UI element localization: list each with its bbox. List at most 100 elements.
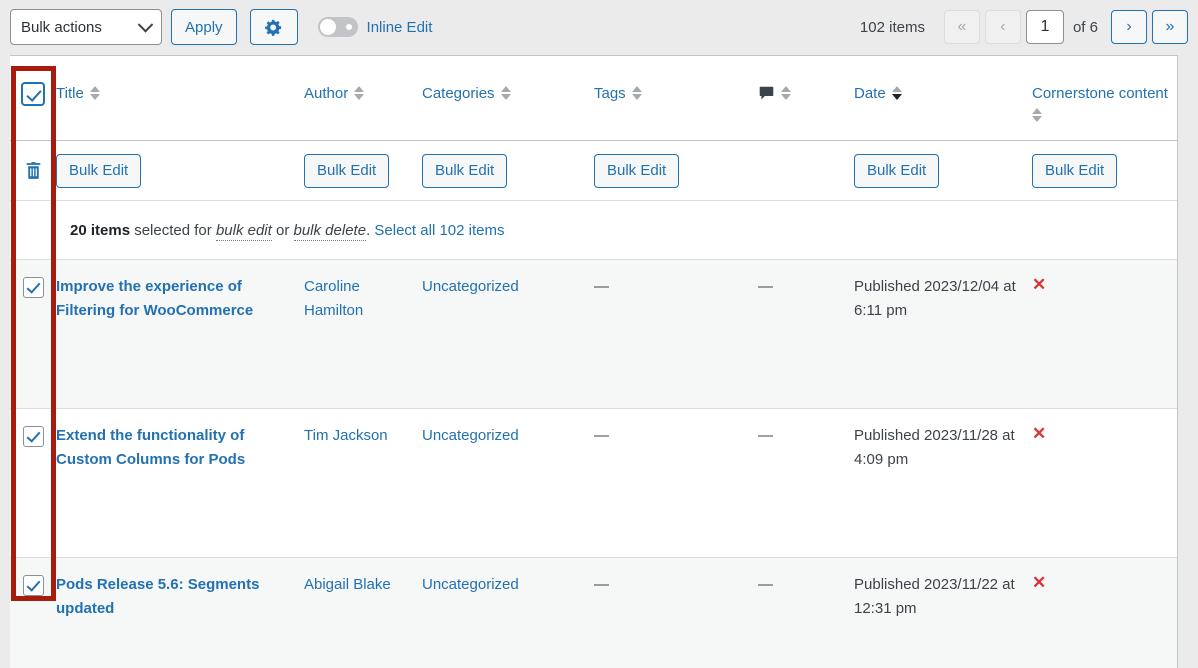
bulk-edit-button-title[interactable]: Bulk Edit [56, 153, 142, 188]
row-tags-cell: — [594, 424, 758, 448]
author-link[interactable]: Tim Jackson [304, 427, 388, 444]
inline-edit-toggle-wrap: Inline Edit [317, 17, 433, 37]
cornerstone-x-icon[interactable]: ✕ [1032, 275, 1046, 294]
bulk-actions-selected-value: Bulk actions [21, 18, 102, 36]
row-cornerstone-cell: ✕ [1032, 424, 1178, 444]
date-value: Published 2023/11/22 at 12:31 pm [854, 576, 1015, 617]
bulk-edit-button-date[interactable]: Bulk Edit [854, 153, 940, 188]
bulk-delete-cell [10, 160, 56, 181]
column-header-date[interactable]: Date [854, 82, 1032, 106]
column-header-title[interactable]: Title [56, 82, 304, 106]
bulk-actions-select[interactable]: Bulk actions [10, 9, 162, 45]
sort-arrows-icon [1032, 106, 1042, 122]
sort-arrows-icon [500, 82, 511, 100]
date-value: Published 2023/12/04 at 6:11 pm [854, 278, 1016, 319]
bulk-edit-button-author[interactable]: Bulk Edit [304, 153, 390, 188]
row-cornerstone-cell: ✕ [1032, 275, 1178, 295]
bulk-delete-hint[interactable]: bulk delete [293, 221, 367, 241]
table-row: Improve the experience of Filtering for … [10, 260, 1177, 408]
row-select-cell [10, 424, 56, 447]
bulk-edit-author-cell: Bulk Edit [304, 153, 422, 188]
column-header-comments[interactable] [758, 82, 854, 102]
screen-options-button[interactable] [249, 9, 298, 45]
row-categories-cell: Uncategorized [422, 573, 594, 597]
or-text: or [271, 221, 294, 239]
comments-value: — [758, 427, 773, 444]
post-title-link[interactable]: Improve the experience of Filtering for … [56, 278, 269, 319]
row-tags-cell: — [594, 573, 758, 597]
gear-icon [265, 19, 282, 36]
sort-arrows-icon [354, 82, 365, 100]
comments-value: — [758, 576, 773, 593]
select-all-items-link[interactable]: Select all 102 items [374, 222, 504, 239]
tags-value: — [594, 278, 609, 295]
tags-value: — [594, 427, 609, 444]
row-author-cell: Tim Jackson [304, 424, 422, 448]
last-page-button[interactable]: » [1152, 10, 1188, 44]
category-link[interactable]: Uncategorized [422, 576, 519, 593]
column-header-tags-label: Tags [594, 85, 626, 102]
row-categories-cell: Uncategorized [422, 275, 594, 299]
column-header-title-label: Title [56, 85, 84, 102]
trash-icon[interactable] [23, 160, 44, 181]
author-link[interactable]: Caroline Hamilton [304, 278, 363, 319]
top-toolbar: Bulk actions Apply Inline Edit 102 items… [0, 0, 1198, 54]
first-page-button[interactable]: « [943, 10, 980, 44]
chevron-down-icon [137, 17, 154, 33]
category-link[interactable]: Uncategorized [422, 427, 519, 444]
sort-arrows-icon [89, 82, 100, 100]
selected-count: 20 items [70, 221, 131, 239]
next-page-button[interactable]: › [1111, 10, 1147, 44]
table-row: Extend the functionality of Custom Colum… [10, 409, 1177, 557]
row-title-cell: Extend the functionality of Custom Colum… [56, 424, 304, 472]
column-header-cornerstone[interactable]: Cornerstone content [1032, 82, 1178, 122]
sort-arrows-icon [781, 82, 791, 100]
bulk-edit-row: Bulk Edit Bulk Edit Bulk Edit Bulk Edit … [10, 141, 1177, 200]
comments-value: — [758, 278, 773, 295]
inline-edit-label: Inline Edit [366, 18, 433, 36]
select-all-checkbox[interactable] [21, 82, 45, 106]
current-page-input[interactable]: 1 [1025, 10, 1064, 44]
row-checkbox[interactable] [22, 277, 44, 298]
total-pages-label: of 6 [1072, 18, 1098, 36]
row-title-cell: Improve the experience of Filtering for … [56, 275, 304, 323]
category-link[interactable]: Uncategorized [422, 278, 519, 295]
apply-button[interactable]: Apply [171, 9, 237, 45]
author-link[interactable]: Abigail Blake [304, 576, 391, 593]
row-date-cell: Published 2023/11/28 at 4:09 pm [854, 424, 1032, 472]
select-all-cell [10, 82, 56, 106]
column-header-author[interactable]: Author [304, 82, 422, 106]
prev-page-button[interactable]: ‹ [984, 10, 1021, 44]
table-row: Pods Release 5.6: Segments updated Abiga… [10, 558, 1177, 668]
column-header-cornerstone-label: Cornerstone content [1032, 85, 1168, 102]
selection-notice-row: 20 items selected for bulk edit or bulk … [10, 201, 1177, 259]
cornerstone-x-icon[interactable]: ✕ [1032, 573, 1046, 592]
post-title-link[interactable]: Extend the functionality of Custom Colum… [56, 427, 261, 468]
row-checkbox[interactable] [22, 575, 44, 596]
post-title-link[interactable]: Pods Release 5.6: Segments updated [56, 576, 259, 617]
bulk-edit-title-cell: Bulk Edit [56, 153, 304, 188]
bulk-edit-cornerstone-cell: Bulk Edit [1032, 153, 1178, 188]
column-header-categories[interactable]: Categories [422, 82, 594, 106]
bulk-edit-date-cell: Bulk Edit [854, 153, 1032, 188]
items-count: 102 items [859, 18, 925, 36]
toggle-dot [345, 24, 352, 30]
column-header-author-label: Author [304, 85, 349, 102]
row-checkbox[interactable] [22, 426, 44, 447]
row-comments-cell: — [758, 573, 854, 597]
bulk-edit-button-categories[interactable]: Bulk Edit [422, 153, 508, 188]
pagination: 102 items « ‹ 1 of 6 › » [860, 10, 1188, 44]
cornerstone-x-icon[interactable]: ✕ [1032, 424, 1046, 443]
bulk-edit-hint[interactable]: bulk edit [215, 221, 272, 241]
sort-arrows-icon [631, 82, 642, 100]
row-tags-cell: — [594, 275, 758, 299]
row-select-cell [10, 275, 56, 298]
inline-edit-toggle[interactable] [317, 17, 358, 37]
column-header-tags[interactable]: Tags [594, 82, 758, 106]
row-categories-cell: Uncategorized [422, 424, 594, 448]
bulk-edit-button-cornerstone[interactable]: Bulk Edit [1032, 153, 1118, 188]
tags-value: — [594, 576, 609, 593]
sort-arrows-icon [891, 82, 902, 100]
row-select-cell [10, 573, 56, 596]
bulk-edit-button-tags[interactable]: Bulk Edit [594, 153, 680, 188]
